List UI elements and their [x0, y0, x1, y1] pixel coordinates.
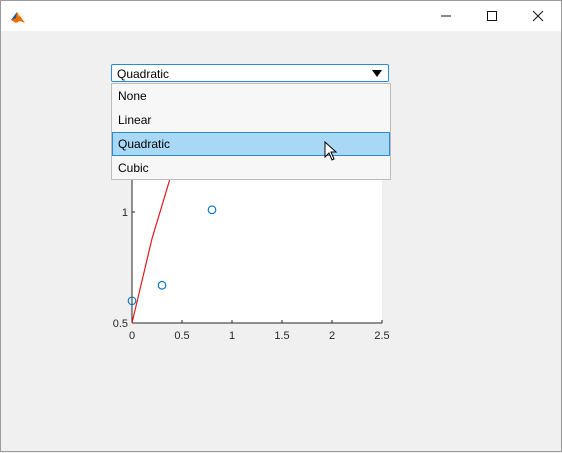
y-tick-label: 1	[122, 207, 128, 219]
dropdown-selected-value: Quadratic	[117, 67, 170, 81]
x-tick-label: 1.5	[274, 330, 289, 342]
dropdown-option-none[interactable]: None	[112, 84, 390, 108]
dropdown-options-list: None Linear Quadratic Cubic	[111, 83, 391, 180]
fit-type-dropdown[interactable]: Quadratic	[111, 64, 389, 82]
triangle-down-icon[interactable]	[372, 70, 382, 78]
y-tick-label: 0.5	[113, 318, 128, 330]
x-tick-label: 0.5	[174, 330, 189, 342]
x-tick-label: 0	[129, 330, 135, 342]
dropdown-option-linear[interactable]: Linear	[112, 108, 390, 132]
figure-window: 0 0.5 1 1.5 2 2.5 0.5 1 Quadratic None Linear Q…	[0, 0, 562, 452]
data-point-marker	[157, 280, 167, 290]
dropdown-option-quadratic[interactable]: Quadratic	[112, 132, 390, 156]
x-tick-label: 2	[329, 330, 335, 342]
dropdown-option-cubic[interactable]: Cubic	[112, 156, 390, 180]
x-tick-label: 1	[229, 330, 235, 342]
x-tick-label: 2.5	[374, 330, 389, 342]
mouse-cursor-icon	[324, 141, 338, 161]
data-point-marker	[207, 205, 217, 215]
